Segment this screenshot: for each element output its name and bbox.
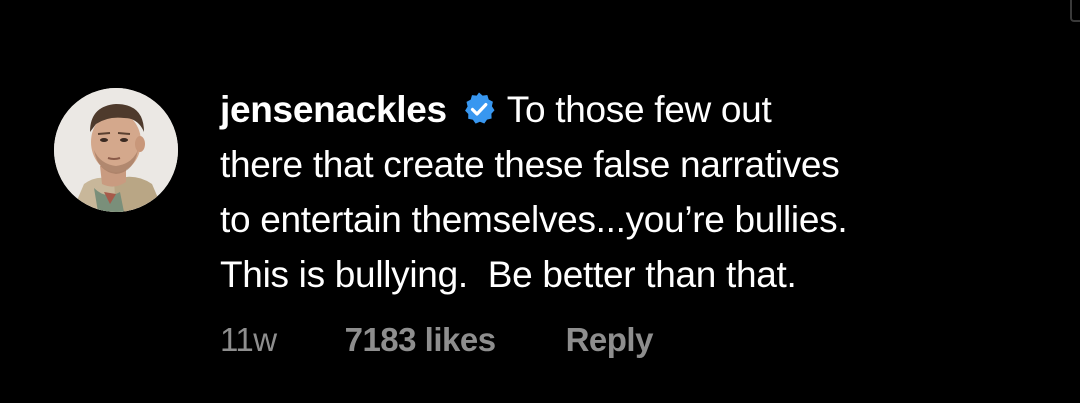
comment-meta: 11w 7183 likes Reply bbox=[220, 318, 653, 362]
comment-line: jensenackles To those few out bbox=[220, 82, 1040, 137]
reply-button[interactable]: Reply bbox=[566, 321, 654, 359]
username-link[interactable]: jensenackles bbox=[220, 89, 447, 130]
avatar[interactable] bbox=[54, 88, 178, 212]
likes-count[interactable]: 7183 likes bbox=[345, 321, 496, 359]
scroll-edge-indicator bbox=[1070, 0, 1080, 22]
comment-text-line-3: to entertain themselves...you’re bullies… bbox=[220, 199, 848, 240]
comment-text-line-1: To those few out bbox=[506, 89, 772, 130]
comment-body: jensenackles To those few out there that … bbox=[220, 82, 1040, 302]
comment-text-line-4: This is bullying. Be better than that. bbox=[220, 254, 797, 295]
comment: jensenackles To those few out there that … bbox=[0, 0, 1080, 403]
verified-badge-icon bbox=[461, 91, 497, 127]
comment-text-line-2: there that create these false narratives bbox=[220, 144, 840, 185]
comment-text: jensenackles To those few out there that … bbox=[220, 82, 1040, 302]
profile-photo bbox=[54, 88, 178, 212]
comment-timestamp: 11w bbox=[220, 321, 277, 358]
